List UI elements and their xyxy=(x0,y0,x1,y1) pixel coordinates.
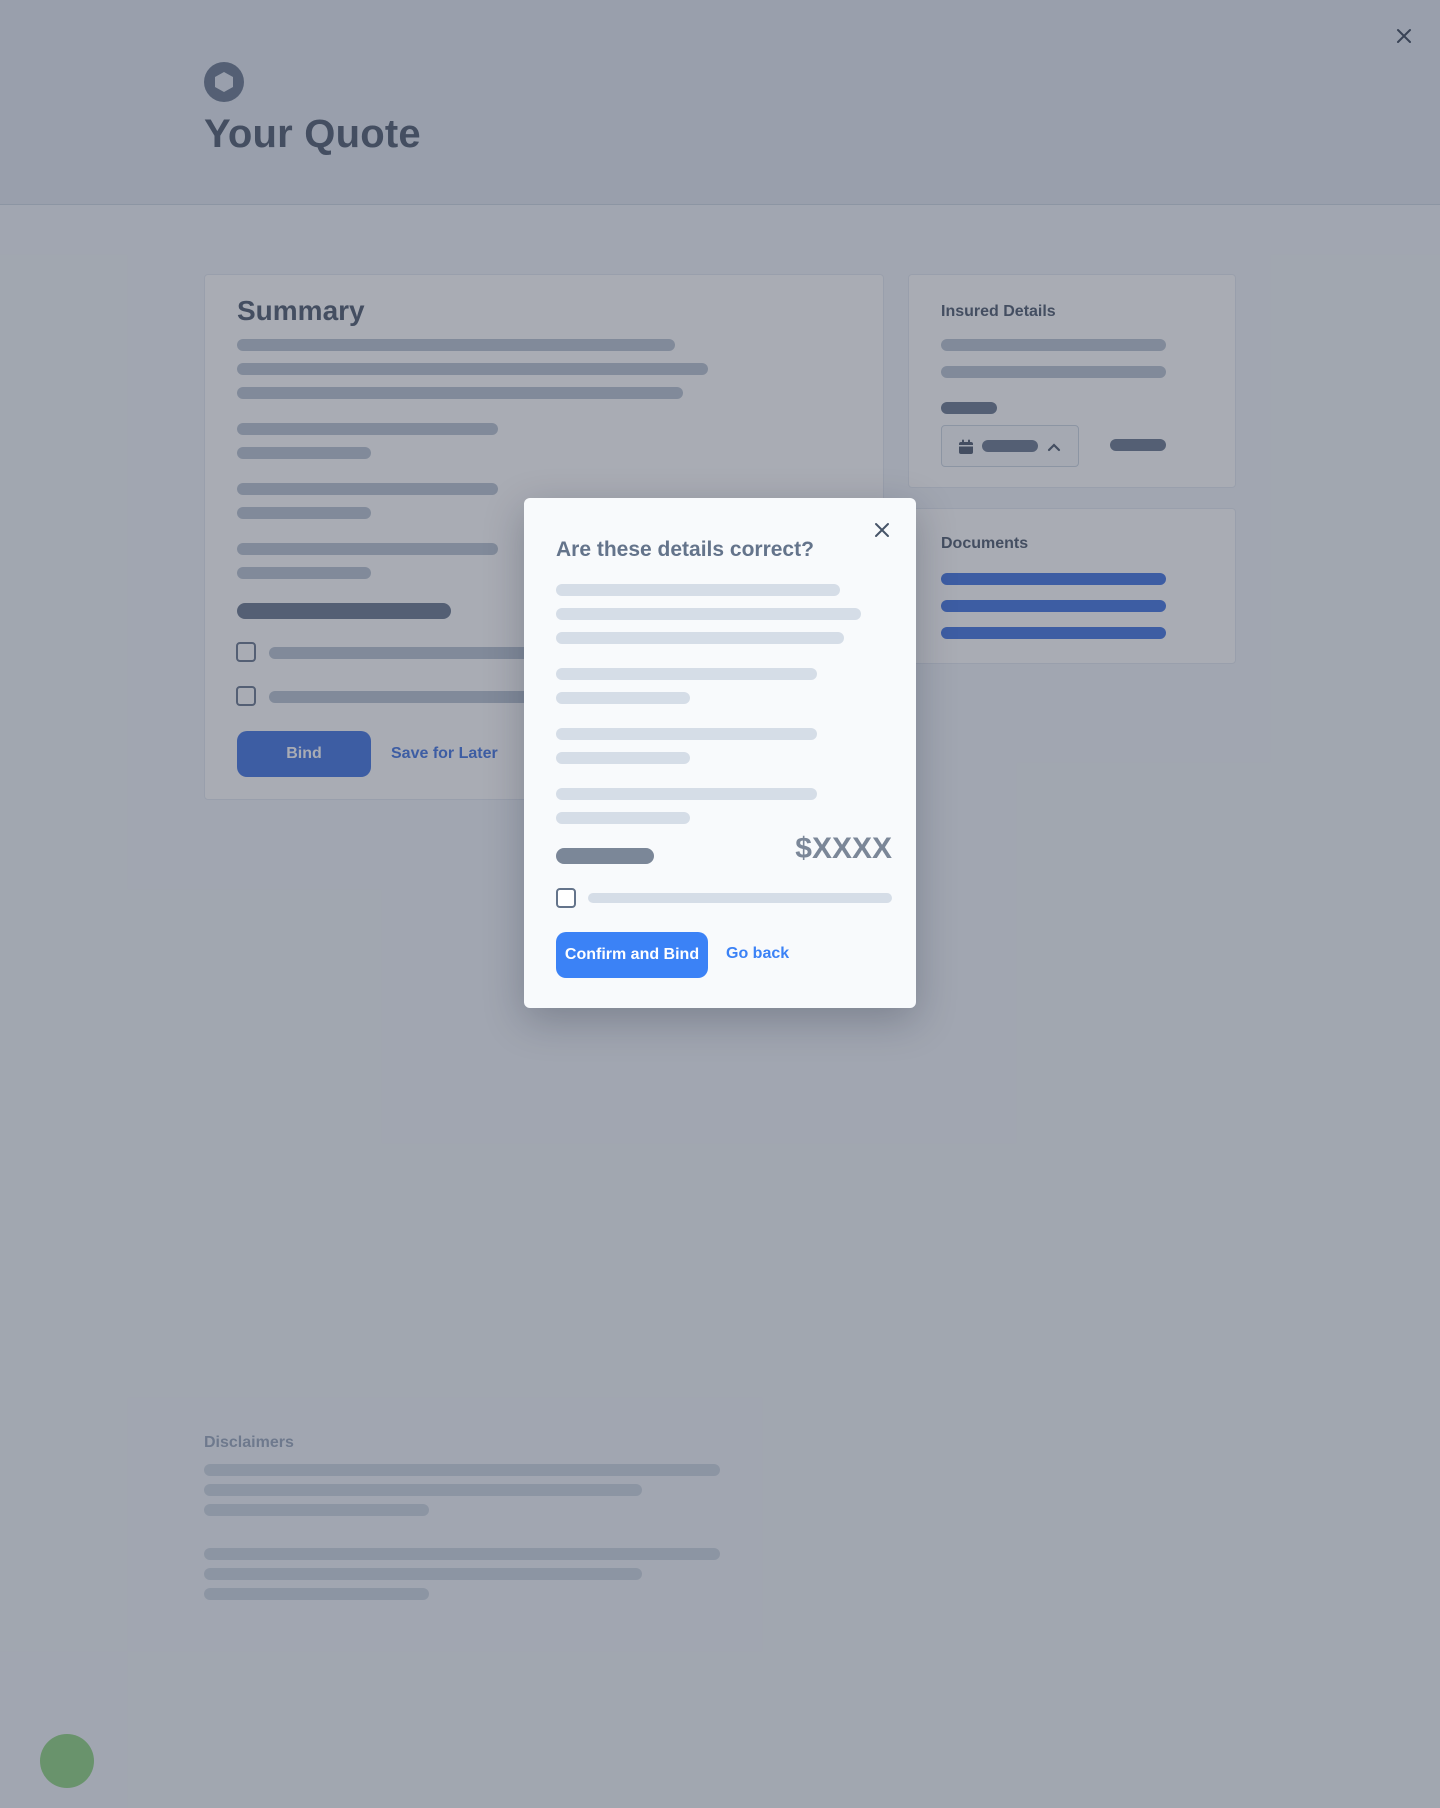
modal-title: Are these details correct? xyxy=(556,538,814,561)
confirm-details-modal: Are these details correct? $XXXX Confirm… xyxy=(524,498,916,1008)
close-icon[interactable] xyxy=(870,518,894,542)
skeleton-line xyxy=(556,632,844,644)
skeleton-line xyxy=(556,812,690,824)
go-back-link[interactable]: Go back xyxy=(726,945,789,963)
skeleton-line xyxy=(556,788,817,800)
skeleton-line xyxy=(556,668,817,680)
skeleton-line xyxy=(588,893,892,903)
confirm-and-bind-button[interactable]: Confirm and Bind xyxy=(556,932,708,978)
skeleton-line xyxy=(556,584,840,596)
quote-price: $XXXX xyxy=(795,832,892,865)
skeleton-line xyxy=(556,752,690,764)
quote-page: Your Quote Summary Bind Save for Later I… xyxy=(0,0,1440,1808)
skeleton-line xyxy=(556,692,690,704)
skeleton-line xyxy=(556,728,817,740)
skeleton-line xyxy=(556,608,861,620)
skeleton-total xyxy=(556,848,654,864)
confirm-checkbox[interactable] xyxy=(556,888,576,908)
